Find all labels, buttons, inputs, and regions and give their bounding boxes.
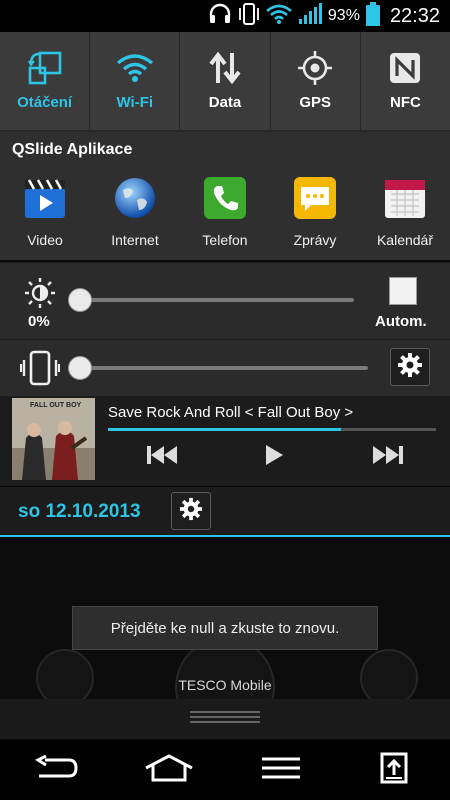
rotation-icon <box>25 50 65 86</box>
video-icon <box>23 176 67 220</box>
gear-icon <box>397 352 423 383</box>
qslide-panel: QSlide Aplikace Video Internet Telefon Z… <box>0 132 450 260</box>
track-title: Save Rock And Roll < Fall Out Boy > <box>108 404 354 421</box>
home-icon <box>144 753 194 787</box>
qslide-app-internet[interactable]: Internet <box>90 176 180 248</box>
signal-icon <box>298 2 322 30</box>
back-icon <box>33 754 79 786</box>
play-icon <box>263 444 285 471</box>
qslide-app-video[interactable]: Video <box>0 176 90 248</box>
brightness-slider-thumb[interactable] <box>68 288 92 312</box>
album-art[interactable]: FALL OUT BOY <box>12 398 95 480</box>
track-progress-fill <box>108 428 341 431</box>
toggle-data[interactable]: Data <box>180 32 271 130</box>
brightness-value: 0% <box>28 313 50 330</box>
brightness-track[interactable] <box>78 298 354 302</box>
globe-icon <box>113 176 157 220</box>
menu-button[interactable] <box>251 748 311 792</box>
qslide-app-calendar[interactable]: Kalendář <box>360 176 450 248</box>
wifi-icon <box>266 4 292 29</box>
date-text: so 12.10.2013 <box>18 501 141 522</box>
toggle-nfc-label: NFC <box>390 94 421 111</box>
toggle-rotation-label: Otáčení <box>17 94 73 111</box>
battery-percent: 93% <box>327 7 360 24</box>
track-progress[interactable] <box>108 428 436 431</box>
panel-up-icon <box>380 752 408 789</box>
brightness-icon <box>24 277 56 314</box>
gps-icon <box>295 50 335 86</box>
volume-slider-thumb[interactable] <box>68 356 92 380</box>
toast-message: Přejděte ke null a zkuste to znovu. <box>72 606 378 650</box>
nfc-icon <box>385 50 425 86</box>
phone-icon <box>203 176 247 220</box>
menu-icon <box>261 757 301 784</box>
data-arrows-icon <box>205 50 245 86</box>
qslide-title: QSlide Aplikace <box>12 141 133 158</box>
quick-settings-bar: Otáčení Wi-Fi Data GPS NFC <box>0 32 450 132</box>
next-icon <box>370 444 404 471</box>
status-bar: 93% 22:32 <box>0 0 450 32</box>
album-art-text: FALL OUT BOY <box>30 402 82 409</box>
message-icon <box>293 176 337 220</box>
qslide-app-calendar-label: Kalendář <box>376 232 434 248</box>
home-button[interactable] <box>139 748 199 792</box>
vibrate-icon <box>20 350 60 391</box>
next-track-button[interactable] <box>367 440 407 474</box>
carrier-name: TESCO Mobile <box>178 677 272 693</box>
sound-settings-button[interactable] <box>390 348 430 386</box>
calendar-icon <box>383 176 427 220</box>
play-button[interactable] <box>254 440 294 474</box>
previous-icon <box>146 444 180 471</box>
volume-row <box>0 339 450 396</box>
headset-icon <box>208 3 232 30</box>
drag-handle-icon <box>190 711 260 726</box>
toggle-wifi-label: Wi-Fi <box>116 94 154 111</box>
music-widget: FALL OUT BOY Save Rock And Roll < Fall O… <box>0 396 450 486</box>
toggle-rotation[interactable]: Otáčení <box>0 32 91 130</box>
toggle-wifi[interactable]: Wi-Fi <box>90 32 181 130</box>
qslide-app-phone[interactable]: Telefon <box>180 176 270 248</box>
clock: 22:32 <box>389 4 440 27</box>
lockscreen-area: Přejděte ke null a zkuste to znovu. TESC… <box>0 537 450 740</box>
back-button[interactable] <box>26 748 86 792</box>
notification-toggle-button[interactable] <box>364 748 424 792</box>
vibrate-icon <box>238 2 260 31</box>
wifi-icon <box>115 50 155 86</box>
battery-icon <box>365 1 380 31</box>
volume-track[interactable] <box>78 366 368 370</box>
qslide-app-messages-label: Zprávy <box>293 232 337 248</box>
toggle-gps-label: GPS <box>299 94 332 111</box>
date-row: so 12.10.2013 <box>0 487 450 535</box>
gear-icon <box>179 497 203 526</box>
qslide-app-phone-label: Telefon <box>202 232 248 248</box>
notification-drag-handle[interactable] <box>0 699 450 739</box>
brightness-row: 0% Autom. <box>0 262 450 339</box>
navigation-bar <box>0 740 450 800</box>
previous-track-button[interactable] <box>143 440 183 474</box>
qslide-app-video-label: Video <box>27 232 63 248</box>
toggle-gps[interactable]: GPS <box>271 32 361 130</box>
toggle-nfc[interactable]: NFC <box>361 32 450 130</box>
auto-brightness-label: Autom. <box>375 313 427 330</box>
auto-brightness-checkbox[interactable] <box>389 277 417 305</box>
qslide-app-internet-label: Internet <box>111 232 159 248</box>
toggle-data-label: Data <box>208 94 242 111</box>
settings-button[interactable] <box>171 492 211 530</box>
qslide-app-messages[interactable]: Zprávy <box>270 176 360 248</box>
